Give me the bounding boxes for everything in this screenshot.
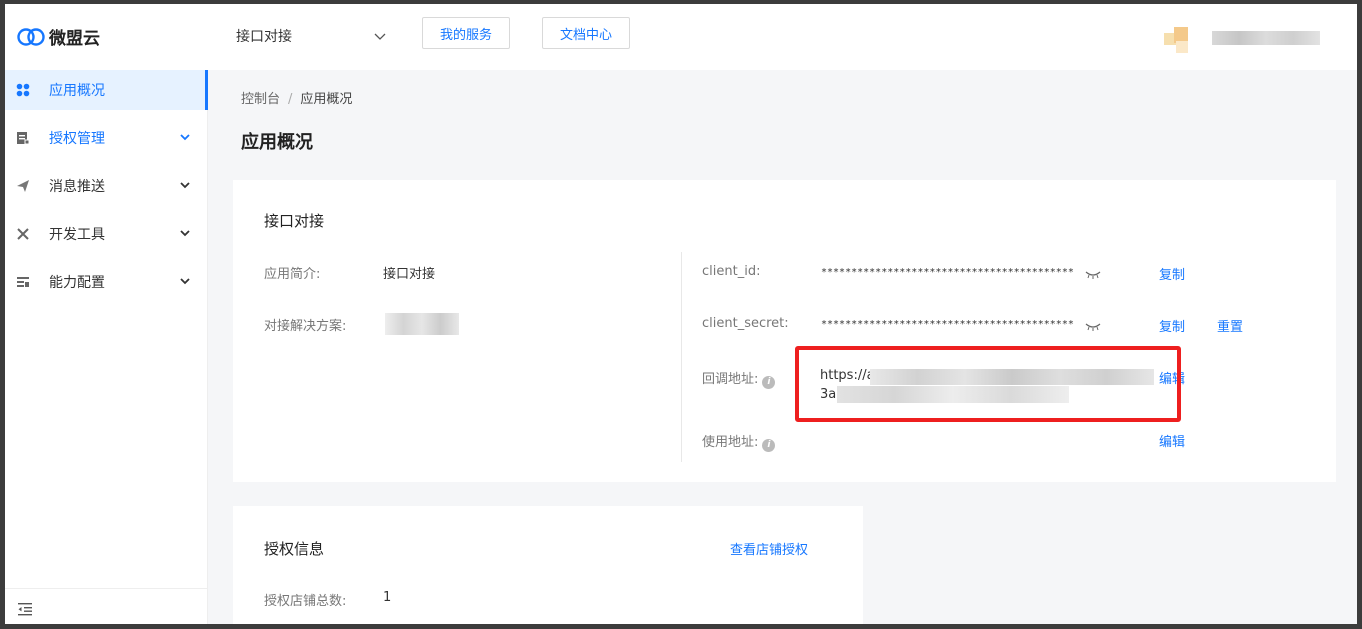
breadcrumb-separator: / [288,92,293,107]
sidebar-item-label: 开发工具 [49,227,105,243]
sidebar-item-label: 消息推送 [49,179,105,195]
sidebar-item-app-overview[interactable]: 应用概况 [5,70,208,110]
breadcrumb-root[interactable]: 控制台 [241,92,280,107]
usage-url-label-text: 使用地址: [702,435,759,450]
page-title: 应用概况 [241,132,313,153]
eye-closed-icon[interactable] [1085,321,1101,331]
chevron-down-icon [180,230,190,237]
client-id-value: ****************************************… [821,267,1074,278]
tools-icon [15,226,31,242]
brand-logo[interactable]: 微盟云 [17,24,100,49]
client-id-label: client_id: [702,264,761,279]
sidebar-item-capability-config[interactable]: 能力配置 [5,262,208,302]
copy-client-id-button[interactable]: 复制 [1159,264,1185,283]
column-divider [681,252,682,462]
copy-client-secret-button[interactable]: 复制 [1159,316,1185,335]
client-secret-label: client_secret: [702,316,789,331]
sidebar-item-label: 授权管理 [49,131,105,147]
sidebar-item-auth-management[interactable]: 授权管理 [5,118,208,158]
integration-card: 接口对接 应用简介: 接口对接 对接解决方案: client_id: *****… [233,180,1336,482]
app-selector[interactable]: 接口对接 [236,26,386,46]
callback-url-label-text: 回调地址: [702,372,759,387]
top-bar: 微盟云 接口对接 我的服务 文档中心 [5,4,1357,70]
docs-center-button[interactable]: 文档中心 [542,17,630,49]
sidebar-item-dev-tools[interactable]: 开发工具 [5,214,208,254]
auth-info-card: 授权信息 查看店铺授权 授权店铺总数: 1 [233,506,863,624]
app-intro-label: 应用简介: [264,267,321,282]
breadcrumb-current: 应用概况 [300,92,353,107]
highlight-box [795,346,1181,422]
chevron-down-icon [180,278,190,285]
config-icon [15,274,31,290]
cloud-logo-icon [17,27,45,46]
send-icon [15,178,31,194]
sidebar-item-label: 应用概况 [49,83,105,99]
sidebar-item-message-push[interactable]: 消息推送 [5,166,208,206]
callback-url-label: 回调地址: i [702,368,776,389]
auth-info-title: 授权信息 [264,540,325,558]
username-redacted[interactable] [1212,31,1320,45]
eye-closed-icon[interactable] [1085,269,1101,279]
info-icon[interactable]: i [762,376,776,389]
chevron-down-icon [180,182,190,189]
chevron-down-icon [374,33,386,40]
solution-label: 对接解决方案: [264,319,347,334]
chevron-down-icon [180,134,190,141]
solution-value-redacted [385,313,459,335]
auth-store-total-value: 1 [383,590,392,605]
my-services-button[interactable]: 我的服务 [422,17,510,49]
app-selector-value: 接口对接 [236,29,292,45]
collapse-menu-icon[interactable] [17,602,33,616]
client-secret-value: ****************************************… [821,319,1074,330]
sidebar-footer [5,588,208,624]
info-icon[interactable]: i [762,439,776,452]
app-grid-icon [15,82,31,98]
view-store-auth-link[interactable]: 查看店铺授权 [730,539,808,558]
sidebar-item-label: 能力配置 [49,275,105,291]
integration-card-title: 接口对接 [264,212,325,230]
app-intro-value: 接口对接 [383,267,436,282]
auth-store-total-label: 授权店铺总数: [264,594,347,609]
edit-usage-url-button[interactable]: 编辑 [1159,431,1185,450]
sidebar: 应用概况 授权管理 消息推送 开发工具 能力配置 [5,70,208,624]
breadcrumb: 控制台 / 应用概况 [241,88,352,107]
avatar[interactable] [1164,27,1202,55]
document-icon [15,130,31,146]
usage-url-label: 使用地址: i [702,431,776,452]
reset-client-secret-button[interactable]: 重置 [1217,316,1243,335]
brand-name: 微盟云 [49,29,100,49]
